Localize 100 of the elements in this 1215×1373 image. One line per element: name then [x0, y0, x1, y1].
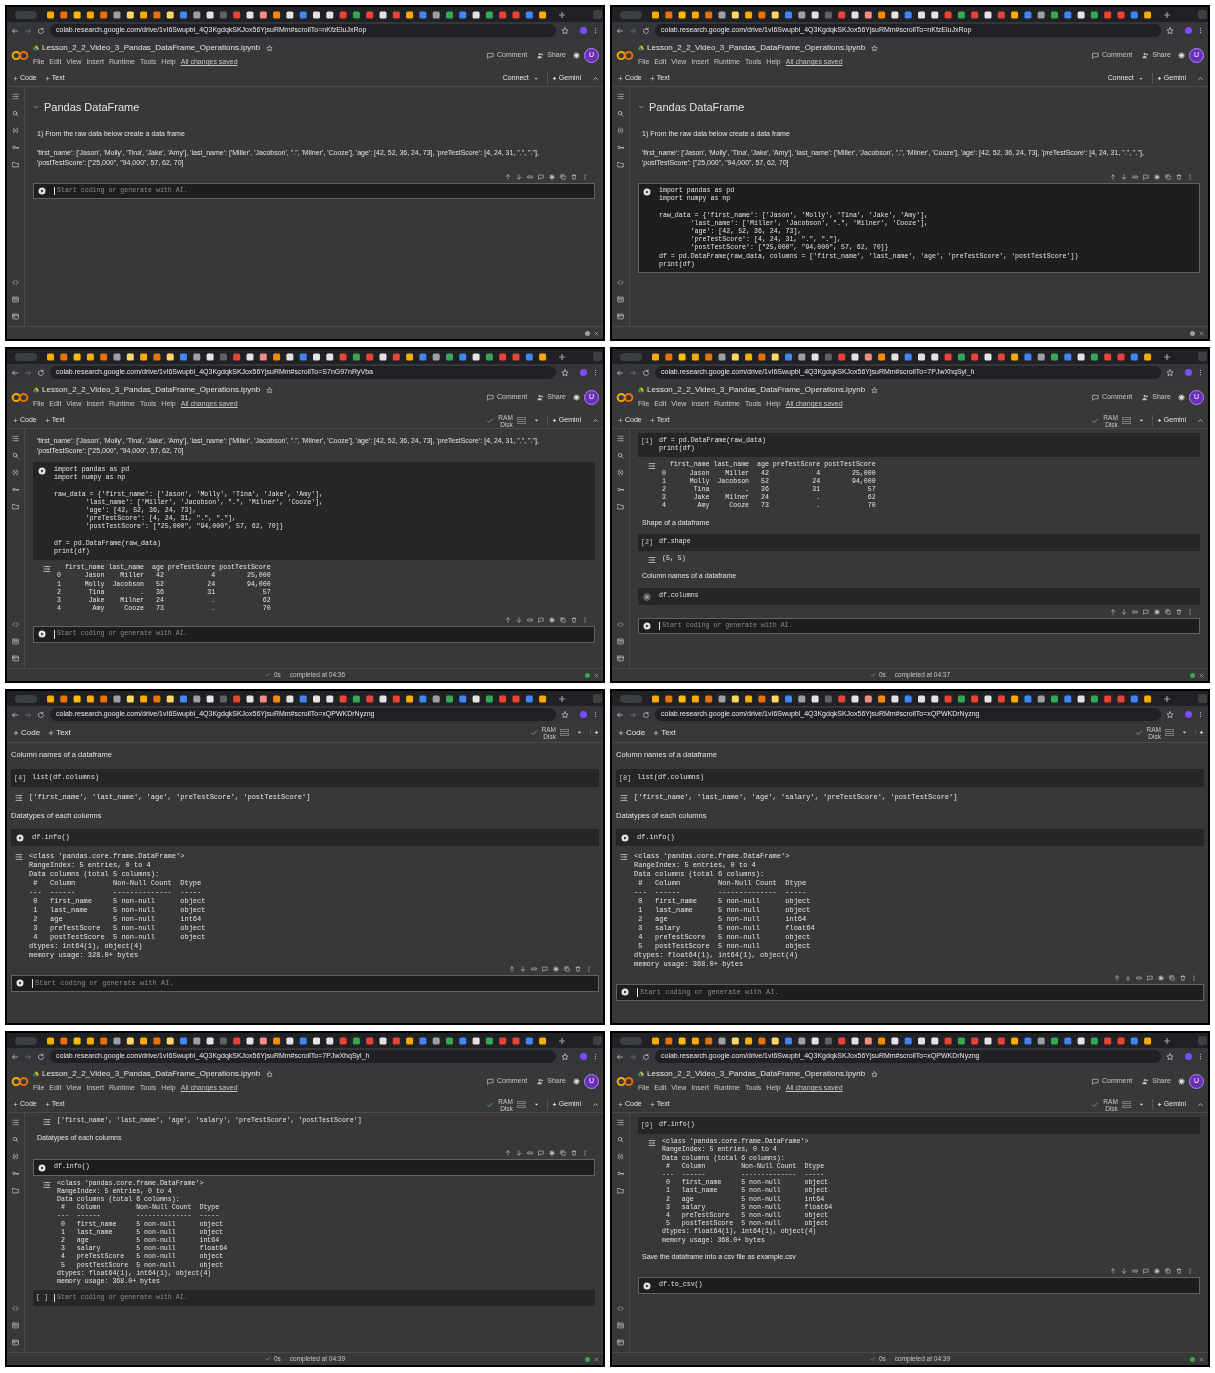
table-of-contents-icon[interactable]: [12, 1119, 19, 1126]
notebook-title[interactable]: Lesson_2_2_Video_3_Pandas_DataFrame_Operations.ipynb: [42, 384, 261, 397]
back-icon[interactable]: [11, 368, 19, 377]
key-icon[interactable]: [12, 486, 19, 493]
bookmark-star-icon[interactable]: [1166, 710, 1174, 719]
output-icon[interactable]: [648, 462, 656, 471]
settings-icon[interactable]: [549, 1149, 555, 1156]
link-icon[interactable]: [1132, 608, 1138, 615]
collapse-header-icon[interactable]: [592, 417, 599, 424]
variables-icon[interactable]: [12, 127, 19, 134]
variables-icon[interactable]: [617, 469, 624, 476]
resource-meter[interactable]: [560, 729, 569, 736]
extension-icon[interactable]: [580, 369, 587, 376]
terminal-icon[interactable]: [12, 655, 19, 662]
output-icon[interactable]: [15, 853, 23, 861]
move-up-icon[interactable]: [505, 617, 511, 624]
run-button[interactable]: [621, 988, 629, 996]
link-icon[interactable]: [531, 966, 537, 972]
output-icon[interactable]: [648, 1139, 656, 1148]
delete-icon[interactable]: [575, 966, 581, 972]
star-icon[interactable]: [871, 44, 879, 52]
comment-icon[interactable]: [1143, 1268, 1149, 1275]
delete-icon[interactable]: [571, 617, 577, 624]
settings-icon[interactable]: [1158, 975, 1164, 981]
reload-icon[interactable]: [642, 1052, 650, 1061]
search-icon[interactable]: [617, 1136, 624, 1143]
comment-icon[interactable]: [538, 617, 544, 624]
colab-logo-icon[interactable]: [616, 49, 634, 61]
settings-icon[interactable]: [549, 617, 555, 624]
notebook-title[interactable]: Lesson_2_2_Video_3_Pandas_DataFrame_Operations.ipynb: [42, 1068, 261, 1081]
back-icon[interactable]: [616, 1052, 624, 1061]
comment-icon[interactable]: [538, 1149, 544, 1156]
run-button[interactable]: [643, 621, 651, 630]
run-button[interactable]: [643, 1282, 651, 1291]
table-of-contents-icon[interactable]: [617, 93, 624, 100]
comment-icon[interactable]: [538, 174, 544, 180]
collapse-header-icon[interactable]: [1197, 75, 1204, 82]
copy-icon[interactable]: [560, 617, 566, 624]
gemini-sparkle-icon[interactable]: [594, 730, 599, 735]
notebook-title[interactable]: Lesson_2_2_Video_3_Pandas_DataFrame_Operations.ipynb: [647, 42, 866, 55]
link-icon[interactable]: [1136, 975, 1142, 981]
runtime-menu-caret-icon[interactable]: [576, 729, 583, 736]
notebook-title[interactable]: Lesson_2_2_Video_3_Pandas_DataFrame_Operations.ipynb: [42, 42, 261, 55]
reload-icon[interactable]: [37, 368, 45, 377]
move-down-icon[interactable]: [1121, 608, 1127, 615]
move-up-icon[interactable]: [1110, 174, 1116, 180]
delete-icon[interactable]: [1176, 174, 1182, 180]
folder-icon[interactable]: [617, 161, 624, 168]
close-icon[interactable]: [594, 330, 599, 336]
bookmark-star-icon[interactable]: [561, 1052, 569, 1061]
table-of-contents-icon[interactable]: [617, 435, 624, 442]
output-icon[interactable]: [648, 556, 656, 565]
command-palette-icon[interactable]: [12, 1322, 19, 1329]
close-icon[interactable]: [594, 672, 599, 678]
reload-icon[interactable]: [642, 710, 650, 719]
collapse-header-icon[interactable]: [1197, 417, 1204, 424]
settings-icon[interactable]: [1178, 393, 1185, 401]
code-snippets-icon[interactable]: [12, 621, 19, 628]
copy-icon[interactable]: [564, 966, 570, 972]
code-snippets-icon[interactable]: [12, 279, 19, 286]
link-icon[interactable]: [1132, 1268, 1138, 1275]
star-icon[interactable]: [266, 386, 274, 394]
add-code-button[interactable]: Code: [11, 726, 43, 739]
star-icon[interactable]: [871, 386, 879, 394]
variables-icon[interactable]: [617, 127, 624, 134]
command-palette-icon[interactable]: [617, 296, 624, 303]
colab-logo-icon[interactable]: [11, 49, 29, 61]
key-icon[interactable]: [12, 1170, 19, 1177]
resource-meter[interactable]: [516, 417, 526, 424]
table-of-contents-icon[interactable]: [12, 93, 19, 100]
more-icon[interactable]: [1197, 369, 1204, 376]
bookmark-star-icon[interactable]: [561, 710, 569, 719]
more-icon[interactable]: [592, 711, 599, 718]
colab-logo-icon[interactable]: [11, 1075, 29, 1087]
extension-icon[interactable]: [1185, 27, 1192, 34]
command-palette-icon[interactable]: [12, 296, 19, 303]
delete-icon[interactable]: [571, 1149, 577, 1156]
reload-icon[interactable]: [37, 1052, 45, 1061]
run-button[interactable]: [16, 834, 24, 842]
star-icon[interactable]: [266, 1070, 274, 1078]
add-code-button[interactable]: Code: [616, 726, 648, 739]
copy-icon[interactable]: [1169, 975, 1175, 981]
delete-icon[interactable]: [1176, 608, 1182, 615]
command-palette-icon[interactable]: [617, 638, 624, 645]
search-icon[interactable]: [12, 110, 19, 117]
folder-icon[interactable]: [12, 161, 19, 168]
variables-icon[interactable]: [12, 1153, 19, 1160]
extension-icon[interactable]: [580, 27, 587, 34]
move-down-icon[interactable]: [516, 174, 522, 180]
delete-icon[interactable]: [1176, 1268, 1182, 1275]
output-icon[interactable]: [15, 793, 23, 802]
settings-icon[interactable]: [1178, 51, 1185, 59]
more-icon[interactable]: [592, 1053, 599, 1060]
settings-icon[interactable]: [1154, 1268, 1160, 1275]
reload-icon[interactable]: [642, 26, 650, 35]
more-icon[interactable]: [1197, 711, 1204, 718]
table-of-contents-icon[interactable]: [617, 1119, 624, 1126]
table-of-contents-icon[interactable]: [12, 435, 19, 442]
collapse-header-icon[interactable]: [592, 75, 599, 82]
settings-icon[interactable]: [1154, 608, 1160, 615]
